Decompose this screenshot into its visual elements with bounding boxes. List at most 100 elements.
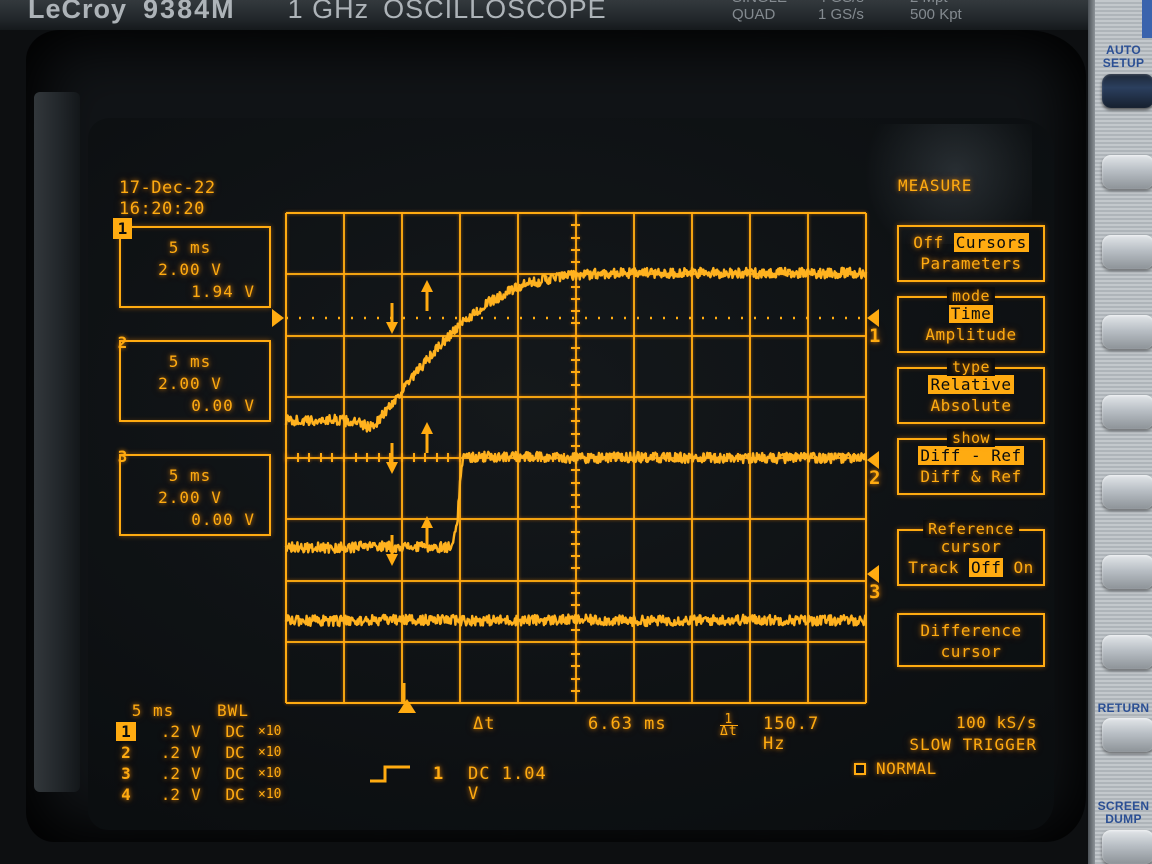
bezel-button-5[interactable] (1102, 395, 1152, 429)
return-button[interactable] (1102, 718, 1152, 752)
menu-option-absolute[interactable]: Absolute (930, 396, 1011, 415)
track-option-on[interactable]: On (1014, 558, 1034, 577)
channel-index-2: 2 (121, 743, 131, 762)
crt-screen: 17-Dec-22 16:20:20 1 5 ms 2.00 V 1.94 V … (88, 118, 1054, 830)
menu-measure-mode[interactable]: Off Cursors Parameters (897, 225, 1045, 282)
bezel-label-line2: DUMP (1105, 812, 1142, 826)
bezel-button-8[interactable] (1102, 635, 1152, 669)
menu-option-time[interactable]: Time (948, 304, 994, 323)
trace-timebase-3: 5 ms (168, 466, 212, 485)
channel-settings-table: 5 ms BWL 1 .2 V DC ×10 2 .2 V DC ×10 3 .… (116, 700, 288, 805)
channel-volts-1: .2 (160, 722, 180, 741)
channel-coupling-3: DC (225, 764, 245, 783)
spec-block: SINGLE 4 GS/s 2 Mpt QUAD 1 GS/s 500 Kpt (732, 0, 1032, 23)
instrument-chassis: LeCroy 9384M 1 GHz OSCILLOSCOPE SINGLE 4 GS… (0, 0, 1152, 864)
track-label: Track (908, 558, 959, 577)
graticule-area[interactable]: 1 2 3 (272, 212, 880, 713)
brand-name: LeCroy (28, 0, 128, 24)
bezel-button-2[interactable] (1102, 155, 1152, 189)
trace-offset-2: 0.00 V (191, 396, 255, 415)
trigger-coupling: DC (468, 764, 491, 784)
header-bwl: BWL (217, 701, 249, 720)
channel-volts-3: .2 (160, 764, 180, 783)
auto-setup-button[interactable] (1102, 74, 1152, 108)
channel-probe-1: ×10 (258, 724, 282, 739)
menu-option-amplitude[interactable]: Amplitude (925, 325, 1016, 344)
acquisition-status-block: 100 kS/s SLOW TRIGGER NORMAL (828, 712, 1043, 780)
menu-option-parameters[interactable]: Parameters (920, 254, 1021, 273)
channel-index-1: 1 (116, 722, 136, 741)
menu-option-diff-minus-ref[interactable]: Diff - Ref (918, 446, 1024, 465)
datetime-readout: 17-Dec-22 16:20:20 (119, 178, 216, 220)
channel-probe-3: ×10 (258, 766, 282, 781)
trigger-mode-indicator-icon (854, 763, 866, 775)
channel-coupling-2: DC (225, 743, 245, 762)
bezel-button-4[interactable] (1102, 315, 1152, 349)
trace-box-2[interactable]: 2 5 ms 2.00 V 0.00 V (118, 333, 271, 422)
difference-cursor-arrow-trace2[interactable] (421, 422, 433, 453)
menu-option-cursors[interactable]: Cursors (953, 233, 1029, 252)
channel-index-3: 3 (121, 764, 131, 783)
menu-show[interactable]: show Diff - Ref Diff & Ref (897, 429, 1045, 495)
trace-timebase-2: 5 ms (168, 352, 212, 371)
left-cursor-triangle-trace1[interactable] (272, 309, 284, 327)
trace-box-1[interactable]: 1 5 ms 2.00 V 1.94 V (113, 218, 271, 308)
channel-row-2[interactable]: 2 .2 V DC ×10 (116, 742, 288, 763)
menu-option-relative[interactable]: Relative (928, 375, 1014, 394)
channel-unit-1: V (191, 722, 201, 741)
channel-row-3[interactable]: 3 .2 V DC ×10 (116, 763, 288, 784)
menu-option-diff-and-ref[interactable]: Diff & Ref (920, 467, 1021, 486)
menu-reference-cursor[interactable]: Reference cursor Track Off On (897, 520, 1045, 586)
bezel-button-3[interactable] (1102, 235, 1152, 269)
menu-header-show: show (946, 429, 996, 447)
inverse-delta-t-label: 1 Δt (720, 713, 738, 738)
spec-mode: QUAD (732, 6, 776, 23)
bezel-accent-strip (1142, 0, 1152, 38)
front-panel-top-strip: LeCroy 9384M 1 GHz OSCILLOSCOPE SINGLE 4 GS… (0, 0, 1092, 30)
spec-row: QUAD 1 GS/s 500 Kpt (732, 6, 1032, 23)
menu-header-type: type (946, 358, 996, 376)
waveform-trace-3 (284, 613, 867, 628)
trigger-source: 1 (433, 764, 445, 784)
menu-row: Diff - Ref (905, 445, 1037, 466)
channel-unit-3: V (191, 764, 201, 783)
spec-rate: 1 GS/s (818, 6, 864, 23)
trace-voltsdiv-1: 2.00 V (158, 260, 222, 279)
trace-timebase-1: 5 ms (168, 238, 212, 257)
channel-unit-4: V (191, 785, 201, 804)
menu-row: Time (905, 303, 1037, 324)
trace-offset-3: 0.00 V (191, 510, 255, 529)
crt-housing: 17-Dec-22 16:20:20 1 5 ms 2.00 V 1.94 V … (26, 30, 1086, 842)
difference-cursor-line2: cursor (940, 642, 1002, 661)
reference-cursor-arrow-trace2[interactable] (386, 443, 398, 474)
bezel-button-7[interactable] (1102, 555, 1152, 589)
channel-probe-2: ×10 (258, 745, 282, 760)
screen-dump-button[interactable] (1102, 830, 1152, 864)
menu-header-mode: mode (946, 287, 996, 305)
spec-memory: 500 Kpt (910, 6, 962, 23)
menu-row: Off Cursors (905, 232, 1037, 253)
menu-difference-cursor[interactable]: Difference cursor (897, 613, 1045, 667)
channel-row-4[interactable]: 4 .2 V DC ×10 (116, 784, 288, 805)
trigger-mode-row: NORMAL (828, 758, 1043, 780)
menu-option-off[interactable]: Off (913, 233, 943, 252)
bezel-button-6[interactable] (1102, 475, 1152, 509)
rising-edge-icon (370, 765, 410, 783)
menu-row: Amplitude (905, 324, 1037, 345)
trace-index-1: 1 (113, 218, 132, 239)
delta-t-label: Δt (473, 714, 496, 734)
trace-box-3[interactable]: 3 5 ms 2.00 V 0.00 V (118, 447, 271, 536)
trace-index-2: 2 (117, 333, 128, 352)
trace-offset-1: 1.94 V (191, 282, 255, 301)
channel-index-4: 4 (121, 785, 131, 804)
track-option-off[interactable]: Off (969, 558, 1004, 577)
acquisition-status: SLOW TRIGGER (909, 735, 1037, 754)
trigger-mode-label: NORMAL (876, 759, 937, 778)
menu-type[interactable]: type Relative Absolute (897, 358, 1045, 424)
bezel-label-auto-setup: AUTO SETUP (1095, 44, 1152, 70)
channel-row-1[interactable]: 1 .2 V DC ×10 (116, 721, 288, 742)
trigger-position-arrow[interactable] (398, 699, 416, 713)
menu-mode[interactable]: mode Time Amplitude (897, 287, 1045, 353)
channel-coupling-4: DC (225, 785, 245, 804)
difference-cursor-arrow-trace1[interactable] (421, 280, 433, 311)
